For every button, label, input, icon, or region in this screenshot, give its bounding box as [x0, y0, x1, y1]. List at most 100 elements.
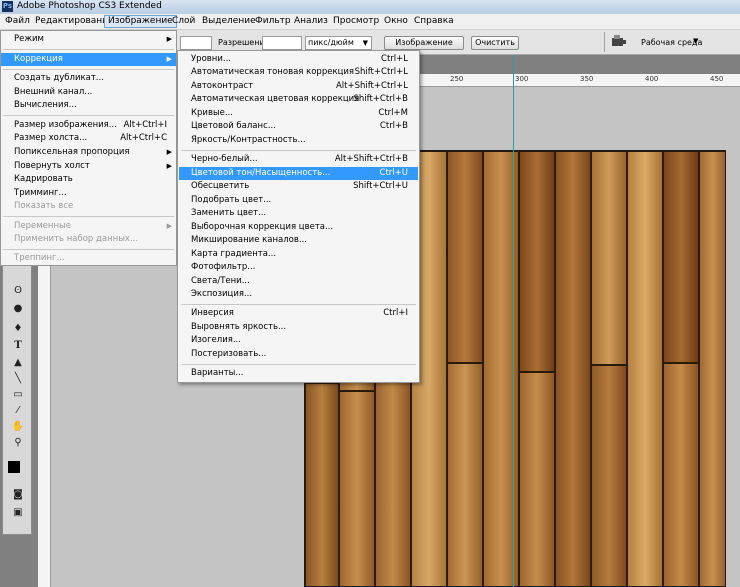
adjust-item-exposure[interactable]: Экспозиция... [179, 288, 418, 301]
unit-select[interactable]: пикс/дюйм ▼ [305, 36, 372, 50]
adjust-item-desaturate[interactable]: Обесцветить Shift+Ctrl+U [179, 180, 418, 193]
separator [3, 115, 174, 116]
move-tool-icon[interactable]: ▲ [10, 356, 26, 370]
separator [181, 364, 416, 365]
menu-item-shortcut: Ctrl+M [378, 108, 408, 118]
workspace-icon[interactable] [611, 34, 627, 48]
resolution-field[interactable] [262, 36, 302, 50]
menu-window[interactable]: Окно [381, 15, 411, 28]
menu-item-label: Цветовой тон/Насыщенность... [191, 168, 331, 178]
image-menu-item-apply-data-set: Применить набор данных... [1, 233, 176, 246]
adjust-item-shadow-highlight[interactable]: Света/Тени... [179, 275, 418, 288]
workspace-chevron-icon[interactable]: ▼ [693, 37, 698, 45]
menu-filter[interactable]: Фильтр [252, 15, 294, 28]
menu-help[interactable]: Справка [411, 15, 457, 28]
menu-item-shortcut: Alt+Shift+Ctrl+L [335, 81, 408, 91]
image-menu-item-rotate-canvas[interactable]: Повернуть холст ▶ [1, 160, 176, 173]
menu-select[interactable]: Выделение [199, 15, 259, 28]
type-tool-icon[interactable]: T [10, 339, 26, 353]
menu-view[interactable]: Просмотр [330, 15, 382, 28]
image-menu-item-trim[interactable]: Тримминг... [1, 187, 176, 200]
adjust-item-hue-saturation[interactable]: Цветовой тон/Насыщенность... Ctrl+U [179, 167, 418, 180]
menu-item-label: Уровни... [191, 54, 231, 64]
adjust-item-curves[interactable]: Кривые... Ctrl+M [179, 107, 418, 120]
menu-image[interactable]: Изображение [104, 15, 177, 28]
adjust-item-auto-levels[interactable]: Автоматическая тоновая коррекция Shift+Ct… [179, 66, 418, 79]
adjust-item-posterize[interactable]: Постеризовать... [179, 348, 418, 361]
image-menu-item-pixel-aspect[interactable]: Попиксельная пропорция ▶ [1, 146, 176, 159]
separator [181, 304, 416, 305]
ruler-label: 300 [515, 75, 529, 83]
pen-tool-icon[interactable]: ♦ [10, 322, 26, 336]
guide-line[interactable] [513, 55, 514, 587]
image-menu-item-mode[interactable]: Режим ▶ [1, 33, 176, 46]
menu-item-label: Внешний канал... [14, 87, 93, 97]
image-menu-item-apply-image[interactable]: Внешний канал... [1, 86, 176, 99]
menu-item-label: Создать дубликат... [14, 73, 104, 83]
chevron-down-icon: ▼ [362, 39, 368, 47]
menu-item-label: Попиксельная пропорция [14, 147, 130, 157]
menu-item-shortcut: Ctrl+B [379, 121, 408, 131]
menu-item-label: Переменные [14, 221, 71, 231]
image-menu-item-calculations[interactable]: Вычисления... [1, 99, 176, 112]
lasso-tool-icon[interactable]: ʘ [10, 284, 26, 298]
adjust-item-auto-contrast[interactable]: Автоконтраст Alt+Shift+Ctrl+L [179, 80, 418, 93]
photoshop-logo-icon: Ps [2, 1, 13, 12]
eyedropper-tool-icon[interactable]: ⁄ [10, 404, 26, 418]
image-menu-item-canvas-size[interactable]: Размер холста... Alt+Ctrl+C [1, 132, 176, 145]
adjust-item-replace-color[interactable]: Заменить цвет... [179, 207, 418, 220]
line-tool-icon[interactable]: ╲ [10, 372, 26, 386]
adjust-item-photo-filter[interactable]: Фотофильтр... [179, 261, 418, 274]
menu-item-label: Фотофильтр... [191, 262, 256, 272]
image-menu-item-image-size[interactable]: Размер изображения... Alt+Ctrl+I [1, 119, 176, 132]
zoom-tool-icon[interactable]: ⚲ [10, 436, 26, 450]
adjust-item-selective-color[interactable]: Выборочная коррекция цвета... [179, 221, 418, 234]
menu-bar: Файл Редактирование Изображение Слой Выд… [0, 14, 740, 30]
image-button[interactable]: Изображение [384, 36, 464, 50]
adjust-item-brightness-contrast[interactable]: Яркость/Контрастность... [179, 134, 418, 147]
image-menu-item-adjustments[interactable]: Коррекция ▶ [1, 53, 176, 66]
menu-item-label: Инверсия [191, 308, 234, 318]
quick-mask-icon[interactable]: ◙ [10, 488, 26, 502]
menu-item-shortcut: Shift+Ctrl+L [354, 67, 408, 77]
menu-item-label: Выровнять яркость... [191, 322, 287, 332]
adjust-item-black-white[interactable]: Черно-белый... Alt+Shift+Ctrl+B [179, 153, 418, 166]
adjust-item-channel-mixer[interactable]: Микширование каналов... [179, 234, 418, 247]
adjust-item-auto-color[interactable]: Автоматическая цветовая коррекция Shift+C… [179, 93, 418, 106]
hand-tool-icon[interactable]: ✋ [10, 420, 26, 434]
separator [3, 216, 174, 217]
menu-item-label: Показать все [14, 201, 74, 211]
image-menu-item-duplicate[interactable]: Создать дубликат... [1, 72, 176, 85]
note-tool-icon[interactable]: ▭ [10, 388, 26, 402]
clear-button[interactable]: Очистить [471, 36, 519, 50]
menu-analysis[interactable]: Анализ [291, 15, 331, 28]
adjust-item-threshold[interactable]: Изогелия... [179, 334, 418, 347]
adjust-item-variations[interactable]: Варианты... [179, 367, 418, 380]
foreground-color-swatch[interactable] [8, 461, 20, 473]
adjust-item-levels[interactable]: Уровни... Ctrl+L [179, 53, 418, 66]
wood-plank [591, 365, 627, 586]
wood-plank [305, 383, 339, 586]
brush-tool-icon[interactable]: ● [10, 302, 26, 316]
menu-item-label: Выборочная коррекция цвета... [191, 222, 334, 232]
separator [3, 249, 174, 250]
menu-layer[interactable]: Слой [169, 15, 198, 28]
image-menu-item-crop[interactable]: Кадрировать [1, 173, 176, 186]
ruler-label: 400 [645, 75, 659, 83]
ruler-label: 250 [450, 75, 464, 83]
menu-item-shortcut: Shift+Ctrl+U [353, 181, 408, 191]
adjust-item-equalize[interactable]: Выровнять яркость... [179, 321, 418, 334]
submenu-arrow-icon: ▶ [166, 222, 172, 230]
menu-item-label: Кадрировать [14, 174, 73, 184]
unit-select-value: пикс/дюйм [308, 38, 354, 47]
adjust-item-match-color[interactable]: Подобрать цвет... [179, 194, 418, 207]
adjust-item-invert[interactable]: Инверсия Ctrl+I [179, 307, 418, 320]
menu-item-shortcut: Shift+Ctrl+B [353, 94, 408, 104]
wood-plank [591, 151, 627, 365]
adjust-item-color-balance[interactable]: Цветовой баланс... Ctrl+B [179, 120, 418, 133]
menu-item-label: Цветовой баланс... [191, 121, 276, 131]
height-field[interactable] [180, 36, 212, 50]
adjust-item-gradient-map[interactable]: Карта градиента... [179, 248, 418, 261]
screen-mode-icon[interactable]: ▣ [10, 506, 26, 520]
menu-file[interactable]: Файл [2, 15, 33, 28]
